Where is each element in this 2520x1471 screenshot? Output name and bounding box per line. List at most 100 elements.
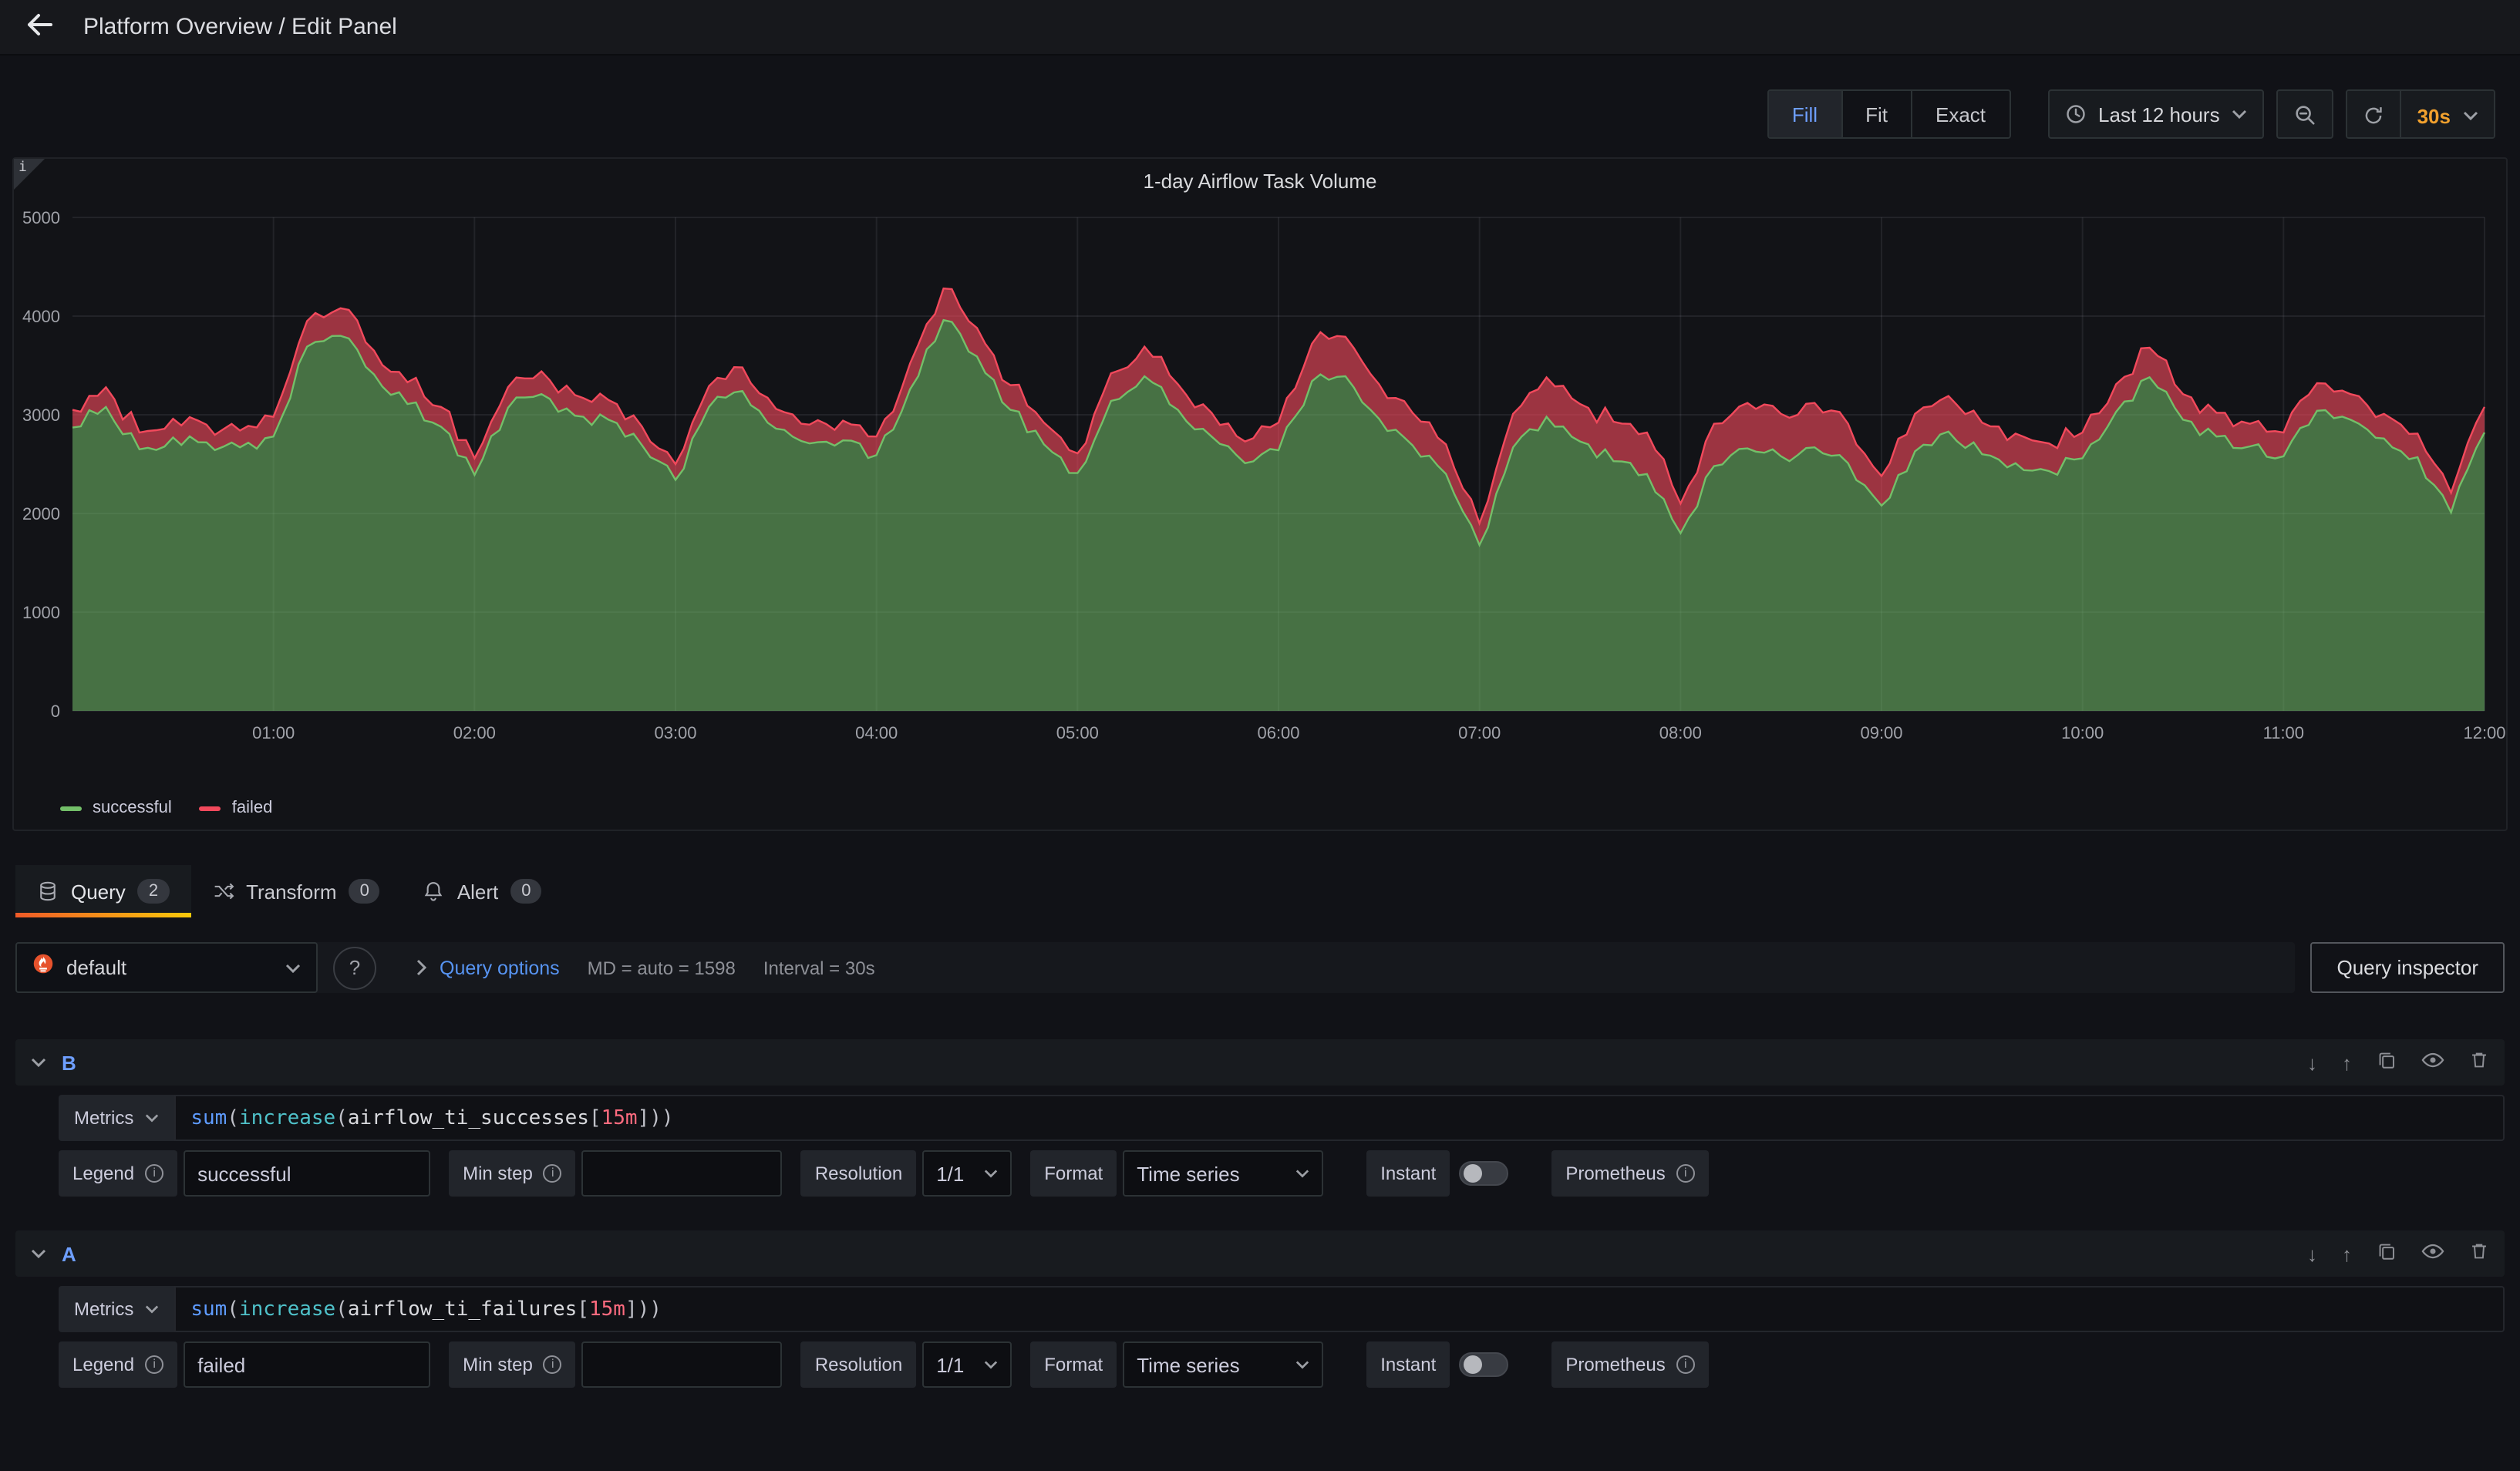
svg-text:07:00: 07:00 — [1458, 723, 1501, 742]
promql-token: 15m — [601, 1106, 638, 1129]
chevron-down-icon — [1295, 1360, 1309, 1369]
query-actions: ↓ ↑ — [2307, 1240, 2489, 1267]
bell-icon — [423, 880, 445, 902]
chevron-down-icon — [1295, 1169, 1309, 1178]
query-code-row: Metrics sum(increase(airflow_ti_successe… — [59, 1095, 2505, 1141]
tab-transform[interactable]: Transform 0 — [190, 865, 402, 917]
format-label: Format — [1030, 1341, 1117, 1388]
query-options-link: Query options — [440, 957, 560, 978]
datasource-help-button[interactable]: ? — [333, 946, 376, 989]
mode-exact-button[interactable]: Exact — [1911, 91, 2009, 137]
resolution-select[interactable]: 1/1 — [922, 1341, 1012, 1388]
chevron-down-icon — [2463, 111, 2478, 120]
format-label: Format — [1030, 1150, 1117, 1197]
edit-panel-page: Platform Overview / Edit Panel Fill Fit … — [0, 0, 2520, 1471]
svg-text:02:00: 02:00 — [453, 723, 496, 742]
promql-token: ] — [638, 1106, 650, 1129]
query-inspector-button[interactable]: Query inspector — [2310, 942, 2505, 993]
legend-item-failed[interactable]: failed — [200, 799, 273, 817]
format-select[interactable]: Time series — [1123, 1341, 1323, 1388]
tab-label: Alert — [457, 880, 498, 903]
trash-icon — [2469, 1241, 2489, 1266]
copy-icon — [2377, 1241, 2397, 1266]
svg-text:09:00: 09:00 — [1860, 723, 1902, 742]
legend-label: successful — [93, 799, 172, 817]
metrics-dropdown[interactable]: Metrics — [59, 1095, 174, 1141]
svg-text:11:00: 11:00 — [2263, 723, 2304, 742]
datasource-picker[interactable]: default — [15, 942, 318, 993]
query-editor-body: Metrics sum(increase(airflow_ti_failures… — [15, 1286, 2505, 1388]
refresh-icon — [2363, 105, 2385, 126]
tab-alert[interactable]: Alert 0 — [402, 865, 564, 917]
page-title: Platform Overview / Edit Panel — [83, 14, 397, 40]
eye-icon — [2421, 1240, 2444, 1267]
metrics-dropdown[interactable]: Metrics — [59, 1286, 174, 1332]
question-mark-icon: ? — [349, 956, 360, 979]
instant-label: Instant — [1366, 1341, 1450, 1388]
arrow-left-icon — [25, 9, 56, 45]
remove-query-button[interactable] — [2469, 1241, 2489, 1266]
promql-token: 15m — [589, 1298, 625, 1321]
instant-toggle[interactable] — [1459, 1352, 1508, 1377]
min-step-label: Min stepi — [449, 1150, 576, 1197]
legend-item-successful[interactable]: successful — [60, 799, 172, 817]
min-step-input[interactable] — [582, 1150, 783, 1197]
interval-text: Interval = 30s — [763, 957, 875, 978]
panel-info-corner[interactable]: i — [14, 159, 45, 190]
min-step-input[interactable] — [582, 1341, 783, 1388]
duplicate-query-button[interactable] — [2377, 1050, 2397, 1075]
legend-swatch-green — [60, 806, 82, 810]
legend-label: failed — [232, 799, 273, 817]
move-query-up-button[interactable]: ↑ — [2342, 1051, 2352, 1074]
instant-label: Instant — [1366, 1150, 1450, 1197]
instant-toggle[interactable] — [1459, 1161, 1508, 1186]
mode-fill-button[interactable]: Fill — [1769, 91, 1841, 137]
query-actions: ↓ ↑ — [2307, 1049, 2489, 1076]
promql-expression-input[interactable]: sum(increase(airflow_ti_successes[15m])) — [174, 1095, 2505, 1141]
prometheus-icon — [32, 953, 54, 982]
legend-input[interactable] — [184, 1150, 430, 1197]
query-code-row: Metrics sum(increase(airflow_ti_failures… — [59, 1286, 2505, 1332]
chevron-down-icon — [144, 1304, 158, 1314]
mode-fit-button[interactable]: Fit — [1841, 91, 1911, 137]
disable-query-button[interactable] — [2421, 1240, 2444, 1267]
query-options-toggle[interactable]: Query options — [416, 957, 560, 978]
move-query-up-button[interactable]: ↑ — [2342, 1242, 2352, 1265]
svg-text:1000: 1000 — [22, 603, 60, 622]
chevron-down-icon — [984, 1360, 998, 1369]
promql-token: increase — [239, 1106, 335, 1129]
display-mode-group: Fill Fit Exact — [1767, 89, 2010, 139]
format-select[interactable]: Time series — [1123, 1150, 1323, 1197]
promql-token: increase — [239, 1298, 335, 1321]
max-data-points-text: MD = auto = 1598 — [588, 957, 736, 978]
tab-count-badge: 0 — [349, 879, 380, 904]
promql-token: ( — [227, 1106, 239, 1129]
chevron-down-icon — [2232, 109, 2248, 119]
timeseries-chart[interactable]: 01000200030004000500001:0002:0003:0004:0… — [14, 202, 2506, 796]
min-step-label: Min stepi — [449, 1341, 576, 1388]
info-icon: i — [1676, 1355, 1695, 1374]
collapse-chevron-icon[interactable] — [31, 1249, 46, 1258]
refresh-button[interactable] — [2348, 91, 2400, 139]
back-button[interactable] — [25, 9, 56, 45]
remove-query-button[interactable] — [2469, 1050, 2489, 1075]
move-query-down-button[interactable]: ↓ — [2307, 1242, 2317, 1265]
zoom-out-button[interactable] — [2277, 89, 2334, 139]
panel-title: 1-day Airflow Task Volume — [14, 159, 2506, 202]
resolution-select[interactable]: 1/1 — [922, 1150, 1012, 1197]
time-range-picker[interactable]: Last 12 hours — [2047, 89, 2265, 139]
disable-query-button[interactable] — [2421, 1049, 2444, 1076]
move-query-down-button[interactable]: ↓ — [2307, 1051, 2317, 1074]
svg-text:10:00: 10:00 — [2061, 723, 2104, 742]
top-bar: Platform Overview / Edit Panel — [0, 0, 2520, 56]
promql-expression-input[interactable]: sum(increase(airflow_ti_failures[15m])) — [174, 1286, 2505, 1332]
svg-text:12:00: 12:00 — [2463, 723, 2505, 742]
duplicate-query-button[interactable] — [2377, 1241, 2397, 1266]
tab-query[interactable]: Query 2 — [15, 865, 190, 917]
refresh-interval-dropdown[interactable]: 30s — [2400, 91, 2494, 139]
legend-input[interactable] — [184, 1341, 430, 1388]
time-range-label: Last 12 hours — [2098, 103, 2220, 126]
editor-tabs: Query 2 Transform 0 Alert 0 — [15, 865, 2505, 917]
datasource-strip: default ? Query options MD = auto = 1598… — [15, 942, 2295, 993]
collapse-chevron-icon[interactable] — [31, 1058, 46, 1067]
